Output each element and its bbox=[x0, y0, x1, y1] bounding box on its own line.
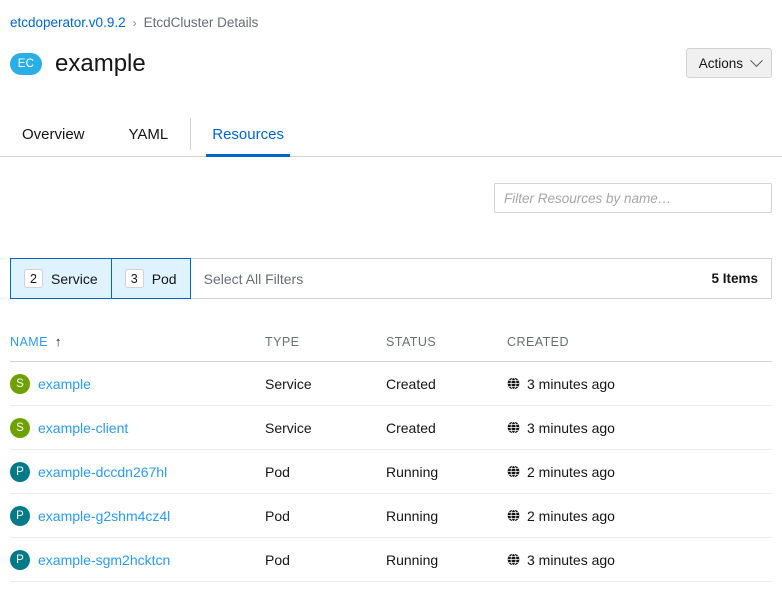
row-created-cell: 2 minutes ago bbox=[507, 508, 707, 524]
page-root: etcdoperator.v0.9.2 › EtcdCluster Detail… bbox=[0, 0, 782, 600]
resource-link[interactable]: example-sgm2hcktcn bbox=[38, 552, 170, 568]
kind-badge-pod-icon: P bbox=[10, 461, 30, 482]
page-title: example bbox=[55, 50, 146, 77]
breadcrumb-separator-icon: › bbox=[132, 16, 137, 30]
column-header-created[interactable]: CREATED bbox=[507, 335, 707, 349]
table-row[interactable]: S example-client Service Created 3 minut… bbox=[10, 406, 772, 450]
row-status-cell: Running bbox=[386, 507, 439, 524]
globe-icon bbox=[507, 509, 520, 522]
actions-button-label: Actions bbox=[698, 55, 743, 71]
globe-icon bbox=[507, 421, 520, 434]
row-status-cell: Running bbox=[386, 463, 439, 480]
table-row[interactable]: S example Service Created 3 minutes ago bbox=[10, 362, 772, 406]
tab-resources-label: Resources bbox=[212, 125, 284, 143]
kind-badge-service-icon: S bbox=[10, 417, 30, 438]
breadcrumb-parent-link[interactable]: etcdoperator.v0.9.2 bbox=[10, 13, 126, 33]
column-header-name-label: NAME bbox=[10, 334, 48, 349]
row-name-cell: S example bbox=[10, 373, 265, 394]
tab-yaml[interactable]: YAML bbox=[107, 112, 191, 156]
filter-chip-pod[interactable]: 3 Pod bbox=[111, 258, 191, 299]
row-type-cell: Service bbox=[265, 375, 312, 392]
filter-toolbar: 2 Service 3 Pod Select All Filters 5 Ite… bbox=[10, 258, 772, 299]
tab-bar: Overview YAML Resources bbox=[0, 112, 782, 157]
row-type-cell: Service bbox=[265, 419, 312, 436]
tab-overview[interactable]: Overview bbox=[0, 112, 107, 156]
filter-chip-pod-label: Pod bbox=[151, 270, 177, 287]
search-input[interactable] bbox=[494, 183, 772, 213]
row-type-cell: Pod bbox=[265, 463, 290, 480]
globe-icon bbox=[507, 553, 520, 566]
row-created-text: 2 minutes ago bbox=[527, 507, 615, 524]
kind-badge-pod-icon: P bbox=[10, 505, 30, 526]
column-header-status[interactable]: STATUS bbox=[386, 335, 507, 349]
row-created-text: 3 minutes ago bbox=[527, 551, 615, 568]
column-header-name[interactable]: NAME ↑ bbox=[10, 335, 265, 349]
row-created-cell: 3 minutes ago bbox=[507, 420, 707, 436]
row-status-cell: Created bbox=[386, 375, 436, 392]
resource-link[interactable]: example bbox=[38, 376, 91, 392]
breadcrumb-current: EtcdCluster Details bbox=[143, 15, 259, 30]
row-type-cell: Pod bbox=[265, 551, 290, 568]
row-created-text: 3 minutes ago bbox=[527, 375, 615, 392]
kind-badge-service-icon: S bbox=[10, 373, 30, 394]
table-header-row: NAME ↑ TYPE STATUS CREATED bbox=[10, 322, 772, 362]
resource-kind-badge: EC bbox=[10, 53, 42, 75]
globe-icon bbox=[507, 465, 520, 478]
row-status-cell: Running bbox=[386, 551, 439, 568]
page-title-row: EC example bbox=[10, 44, 772, 84]
table-row[interactable]: P example-sgm2hcktcn Pod Running 3 minut… bbox=[10, 538, 772, 582]
item-count-label: 5 Items bbox=[711, 271, 758, 286]
filter-chip-service[interactable]: 2 Service bbox=[10, 258, 112, 299]
row-created-text: 3 minutes ago bbox=[527, 419, 615, 436]
kind-badge-pod-icon: P bbox=[10, 549, 30, 570]
column-header-type[interactable]: TYPE bbox=[265, 335, 386, 349]
resources-table: NAME ↑ TYPE STATUS CREATED S example Ser… bbox=[10, 322, 772, 582]
row-type-cell: Pod bbox=[265, 507, 290, 524]
filter-chip-service-count: 2 bbox=[24, 269, 43, 288]
row-name-cell: S example-client bbox=[10, 417, 265, 438]
resource-link[interactable]: example-g2shm4cz4l bbox=[38, 508, 170, 524]
row-created-cell: 2 minutes ago bbox=[507, 464, 707, 480]
sort-ascending-icon: ↑ bbox=[54, 334, 62, 349]
breadcrumb: etcdoperator.v0.9.2 › EtcdCluster Detail… bbox=[10, 13, 258, 33]
row-name-cell: P example-g2shm4cz4l bbox=[10, 505, 265, 526]
actions-button[interactable]: Actions bbox=[685, 48, 772, 78]
table-row[interactable]: P example-dccdn267hl Pod Running 2 minut… bbox=[10, 450, 772, 494]
filter-chip-service-label: Service bbox=[51, 270, 98, 287]
tab-resources[interactable]: Resources bbox=[190, 112, 306, 157]
row-name-cell: P example-sgm2hcktcn bbox=[10, 549, 265, 570]
row-name-cell: P example-dccdn267hl bbox=[10, 461, 265, 482]
row-created-cell: 3 minutes ago bbox=[507, 552, 707, 568]
select-all-filters-button[interactable]: Select All Filters bbox=[191, 259, 317, 298]
filter-chip-pod-count: 3 bbox=[124, 269, 144, 288]
row-status-cell: Created bbox=[386, 419, 436, 436]
table-row[interactable]: P example-g2shm4cz4l Pod Running 2 minut… bbox=[10, 494, 772, 538]
chevron-down-icon bbox=[750, 53, 763, 67]
resource-link[interactable]: example-dccdn267hl bbox=[38, 464, 167, 480]
tab-yaml-label: YAML bbox=[128, 125, 169, 143]
row-created-cell: 3 minutes ago bbox=[507, 376, 707, 392]
globe-icon bbox=[507, 377, 520, 390]
row-created-text: 2 minutes ago bbox=[527, 463, 615, 480]
tab-overview-label: Overview bbox=[22, 125, 85, 143]
resource-link[interactable]: example-client bbox=[38, 420, 128, 436]
